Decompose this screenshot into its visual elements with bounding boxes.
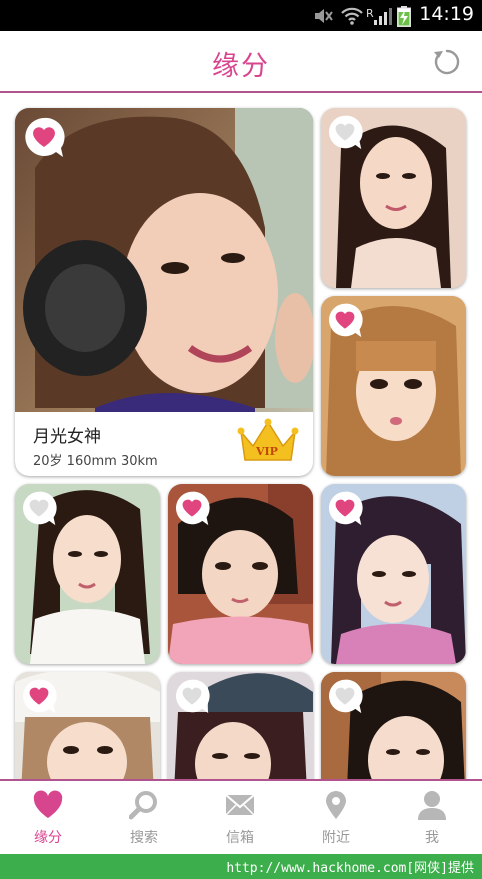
like-heart-icon[interactable] xyxy=(327,490,363,526)
mute-icon xyxy=(315,9,333,23)
vip-crown-icon: VIP xyxy=(237,418,299,461)
search-icon xyxy=(129,791,157,820)
mail-icon xyxy=(225,794,255,816)
profile-card[interactable] xyxy=(168,672,313,779)
tab-search[interactable]: 搜索 xyxy=(96,781,192,854)
heart-icon xyxy=(33,790,63,818)
person-icon xyxy=(418,791,446,820)
nav-label: 我 xyxy=(425,830,439,846)
location-pin-icon xyxy=(326,791,346,819)
tab-me[interactable]: 我 xyxy=(384,781,480,854)
like-heart-icon[interactable] xyxy=(327,114,363,150)
like-heart-icon[interactable] xyxy=(327,302,363,338)
profile-card[interactable] xyxy=(321,108,466,288)
profile-card[interactable] xyxy=(321,296,466,476)
signal-icon xyxy=(374,8,392,25)
profile-card[interactable] xyxy=(321,672,466,779)
watermark-bar: http://www.hackhome.com[网侠]提供 xyxy=(0,854,482,879)
profile-card[interactable] xyxy=(15,484,160,664)
like-heart-icon[interactable] xyxy=(21,490,57,526)
profile-grid: 月光女神 20岁 160mm 30km VIP xyxy=(0,95,482,779)
like-heart-icon[interactable] xyxy=(174,490,210,526)
nav-label: 搜索 xyxy=(130,830,158,846)
refresh-icon[interactable] xyxy=(432,47,462,77)
tab-mailbox[interactable]: 信箱 xyxy=(192,781,288,854)
profile-card[interactable] xyxy=(321,484,466,664)
tab-yuanfen[interactable]: 缘分 xyxy=(0,781,96,854)
like-heart-icon[interactable] xyxy=(174,678,210,714)
battery-charging-icon xyxy=(397,6,411,27)
like-heart-icon[interactable] xyxy=(21,678,57,714)
profile-card[interactable] xyxy=(15,672,160,779)
wifi-icon xyxy=(341,7,363,25)
bottom-nav: 缘分 搜索 信箱 附近 我 xyxy=(0,779,482,854)
vip-label: VIP xyxy=(255,445,278,458)
nav-label: 信箱 xyxy=(226,830,254,846)
profile-name: 月光女神 xyxy=(33,427,101,447)
like-heart-icon[interactable] xyxy=(23,116,65,158)
watermark-text: http://www.hackhome.com[网侠]提供 xyxy=(226,861,474,876)
nav-label: 缘分 xyxy=(34,830,62,846)
status-time: 14:19 xyxy=(419,3,474,25)
nav-label: 附近 xyxy=(322,830,350,846)
page-title: 缘分 xyxy=(212,51,270,82)
like-heart-icon[interactable] xyxy=(327,678,363,714)
status-bar: R 14:19 xyxy=(0,0,482,31)
profile-stats: 20岁 160mm 30km xyxy=(33,454,158,469)
featured-info-panel: 月光女神 20岁 160mm 30km VIP xyxy=(15,412,313,476)
tab-nearby[interactable]: 附近 xyxy=(288,781,384,854)
app-header: 缘分 xyxy=(0,31,482,93)
featured-profile-card[interactable]: 月光女神 20岁 160mm 30km VIP xyxy=(15,108,313,476)
profile-card[interactable] xyxy=(168,484,313,664)
